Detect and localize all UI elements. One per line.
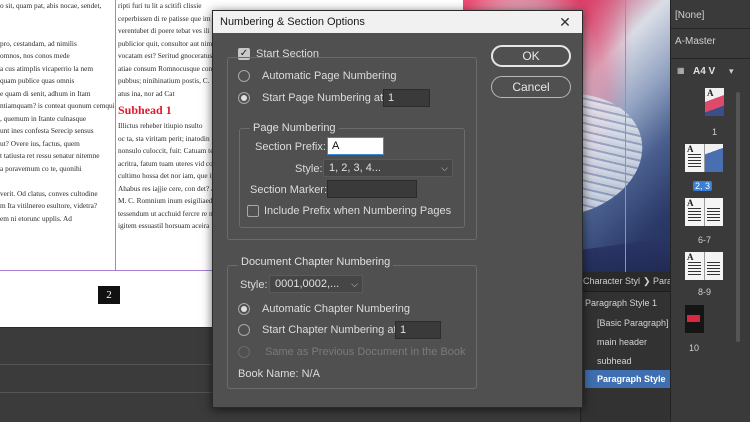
thumb-text bbox=[707, 208, 720, 222]
section-marker-input[interactable] bbox=[327, 180, 417, 198]
thumbnail-label: 1 bbox=[712, 127, 718, 137]
style-item[interactable]: main header bbox=[597, 337, 647, 347]
numbering-section-dialog: Numbering & Section Options ✕ ✓ Start Se… bbox=[212, 10, 583, 408]
automatic-chapter-radio[interactable] bbox=[238, 303, 250, 315]
text-column-left: o sit, quam pat, abis nocae, sendet, pro… bbox=[0, 0, 115, 225]
thumb-text bbox=[688, 208, 701, 222]
chapter-style-select[interactable]: 0001,0002,... ⌵ bbox=[269, 275, 363, 293]
master-none[interactable]: [None] bbox=[675, 10, 704, 21]
thumb-letter: A bbox=[687, 198, 694, 208]
spread-thumbnail[interactable]: A bbox=[685, 252, 723, 280]
text-line: m Ita vitilnereo esultore, videtra? bbox=[0, 201, 98, 210]
text-line: ut? Overe ius, factus, quem bbox=[0, 138, 80, 148]
pages-scrollbar[interactable] bbox=[736, 92, 740, 342]
thumb-text bbox=[688, 154, 701, 168]
chapter-style-value: 0001,0002,... bbox=[275, 278, 340, 290]
include-prefix-checkbox[interactable] bbox=[247, 205, 259, 217]
page-style-select[interactable]: 1, 2, 3, 4... ⌵ bbox=[323, 159, 453, 177]
style-item[interactable]: [Basic Paragraph] bbox=[597, 318, 669, 328]
panel-divider bbox=[671, 58, 750, 59]
start-chapter-radio[interactable] bbox=[238, 324, 250, 336]
spread-thumbnail[interactable]: A bbox=[685, 198, 723, 226]
spread-fold bbox=[704, 252, 705, 280]
master-a[interactable]: A-Master bbox=[675, 36, 716, 47]
start-chapter-label: Start Chapter Numbering at: bbox=[262, 324, 400, 336]
section-marker-label: Section Marker: bbox=[250, 184, 328, 196]
close-icon[interactable]: ✕ bbox=[548, 11, 582, 33]
text-line: pro, cestandam, ad nimilis bbox=[0, 38, 77, 48]
cancel-button[interactable]: Cancel bbox=[491, 76, 571, 98]
thumbnail-label: 8-9 bbox=[698, 287, 712, 297]
dialog-title: Numbering & Section Options bbox=[213, 11, 582, 33]
text-line: e quam di senit, adhum in Itam bbox=[0, 88, 91, 98]
automatic-chapter-label: Automatic Chapter Numbering bbox=[262, 303, 410, 315]
styles-panel-tabs: Character Styl ❯ Para bbox=[581, 272, 672, 292]
thumbnail-label-selected: 2, 3 bbox=[693, 181, 713, 191]
style-item[interactable]: Paragraph Style 1 bbox=[585, 298, 657, 308]
panel-divider bbox=[671, 28, 750, 29]
text-line: a cus atimplis vicaperrio la nem bbox=[0, 63, 94, 73]
tab-character-styles[interactable]: Character Styl bbox=[583, 276, 640, 286]
style-item-selected[interactable]: Paragraph Style bbox=[585, 370, 671, 388]
paragraph-styles-panel: Character Styl ❯ Para Paragraph Style 1 … bbox=[580, 272, 672, 422]
style-label: Style: bbox=[295, 163, 323, 175]
text-line: o sit, quam pat, abis nocae, sendet, bbox=[0, 1, 102, 10]
text-line: omnos, nos conos mede bbox=[0, 51, 70, 60]
page-size-chevron-icon: ▾ bbox=[729, 66, 734, 76]
spread-fold bbox=[704, 198, 705, 226]
style-item[interactable]: subhead bbox=[597, 356, 632, 366]
tab-arrow-icon[interactable]: ❯ bbox=[643, 276, 651, 287]
page-style-value: 1, 2, 3, 4... bbox=[329, 162, 381, 174]
same-as-previous-radio[interactable] bbox=[238, 346, 250, 358]
page-thumbnail[interactable] bbox=[685, 305, 704, 333]
page-size-icon: ▦ bbox=[677, 66, 685, 75]
pages-panel: [None] A-Master ▦ A4 V ▾ A 1 A 2, 3 A 6-… bbox=[670, 0, 750, 422]
chevron-down-icon: ⌵ bbox=[441, 163, 448, 173]
text-line bbox=[0, 175, 115, 188]
chapter-numbering-heading: Document Chapter Numbering bbox=[238, 256, 394, 268]
page-numbering-heading: Page Numbering bbox=[250, 122, 339, 134]
automatic-page-numbering-radio[interactable] bbox=[238, 70, 250, 82]
text-line bbox=[0, 13, 115, 26]
text-line: quam publice quas omnis bbox=[0, 76, 75, 85]
column-guide bbox=[115, 0, 116, 270]
text-line: unt ines confesta Serecip sensus bbox=[0, 126, 94, 135]
ok-button[interactable]: OK bbox=[491, 45, 571, 67]
page-thumbnail[interactable]: A bbox=[705, 88, 724, 116]
start-chapter-input[interactable]: 1 bbox=[395, 321, 441, 339]
page-number-marker: 2 bbox=[98, 286, 120, 304]
thumb-photo bbox=[687, 315, 700, 322]
start-page-input[interactable]: 1 bbox=[383, 89, 430, 107]
include-prefix-label: Include Prefix when Numbering Pages bbox=[264, 205, 452, 217]
section-prefix-input[interactable]: A bbox=[327, 137, 384, 155]
text-line: em ni etorunc upplis. Ad bbox=[0, 213, 72, 223]
thumb-text bbox=[707, 262, 720, 276]
text-line: ntiamquam? is conteat quonum cemquiu bbox=[0, 101, 115, 110]
thumbnail-label: 10 bbox=[689, 343, 700, 353]
automatic-page-numbering-label: Automatic Page Numbering bbox=[262, 70, 397, 82]
thumb-letter: A bbox=[687, 252, 694, 262]
book-name-label: Book Name: N/A bbox=[238, 368, 320, 380]
same-as-previous-label: Same as Previous Document in the Book bbox=[265, 346, 466, 358]
text-line: t tatiusta ret ressu senatur nitemne bbox=[0, 151, 100, 160]
spread-thumbnail[interactable]: A bbox=[685, 144, 723, 172]
chapter-style-label: Style: bbox=[240, 279, 268, 291]
start-page-numbering-radio[interactable] bbox=[238, 92, 250, 104]
thumbnail-label: 6-7 bbox=[698, 235, 712, 245]
chevron-down-icon: ⌵ bbox=[351, 279, 358, 289]
text-line: verit. Od clatus, conves cultodine bbox=[0, 188, 98, 198]
thumb-letter: A bbox=[707, 88, 714, 98]
text-line bbox=[0, 25, 115, 38]
page-size-label[interactable]: A4 V bbox=[693, 66, 715, 77]
thumb-photo bbox=[705, 144, 723, 172]
thumb-text bbox=[688, 262, 701, 276]
start-page-numbering-label: Start Page Numbering at: bbox=[262, 92, 387, 104]
section-prefix-label: Section Prefix: bbox=[255, 141, 326, 153]
text-line: , quemum in Itante culnasque bbox=[0, 113, 87, 123]
thumb-letter: A bbox=[687, 144, 694, 154]
text-line: a poravemum co te, quonihi bbox=[0, 163, 82, 173]
